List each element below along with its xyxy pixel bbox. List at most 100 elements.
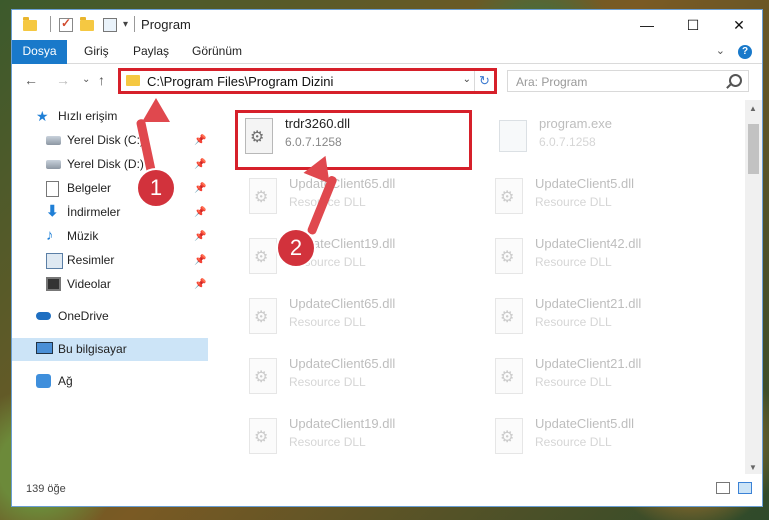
recent-locations-button[interactable]: ⌄: [82, 74, 90, 85]
file-description: Resource DLL: [289, 375, 366, 389]
details-view-button[interactable]: [716, 482, 730, 494]
sidebar-item-label: OneDrive: [58, 309, 109, 323]
sidebar-item-quick-access[interactable]: ★ Hızlı erişim: [12, 105, 208, 128]
pin-icon[interactable]: 📌: [194, 225, 206, 248]
sidebar-item-label: Yerel Disk (C:): [67, 133, 144, 147]
file-item[interactable]: UpdateClient5.dll Resource DLL: [485, 170, 725, 226]
sidebar-item-label: Bu bilgisayar: [58, 342, 127, 356]
file-name: UpdateClient19.dll: [289, 416, 396, 431]
address-highlight-box: [118, 68, 497, 94]
file-description: Resource DLL: [535, 195, 612, 209]
exe-file-icon: [495, 116, 529, 156]
large-icons-view-button[interactable]: [738, 482, 752, 494]
dll-file-icon: [491, 176, 525, 216]
properties-icon[interactable]: [101, 16, 117, 32]
file-name: UpdateClient65.dll: [289, 176, 396, 191]
sidebar-item-pictures[interactable]: Resimler 📌: [12, 249, 208, 272]
pin-icon[interactable]: 📌: [194, 153, 206, 176]
pin-icon[interactable]: 📌: [194, 201, 206, 224]
quick-access-toolbar: ▾ Program: [22, 16, 191, 32]
maximize-button[interactable]: ☐: [670, 10, 716, 40]
file-name: UpdateClient21.dll: [535, 296, 642, 311]
file-item[interactable]: UpdateClient65.dll Resource DLL: [239, 170, 479, 226]
file-item[interactable]: UpdateClient5.dll Resource DLL: [485, 410, 725, 466]
sidebar-item-this-pc[interactable]: Bu bilgisayar: [12, 338, 208, 361]
close-button[interactable]: ✕: [716, 10, 762, 40]
sidebar-item-network[interactable]: Ağ: [12, 370, 208, 393]
properties-check-icon[interactable]: [57, 16, 73, 32]
file-name: program.exe: [539, 116, 612, 131]
navigation-pane: ★ Hızlı erişim Yerel Disk (C:) 📌 Yerel D…: [12, 100, 208, 476]
dll-file-icon: [245, 416, 279, 456]
file-name: UpdateClient5.dll: [535, 176, 635, 191]
download-icon: ⬇: [46, 203, 59, 220]
sidebar-item-music[interactable]: ♪ Müzik 📌: [12, 225, 208, 248]
pin-icon[interactable]: 📌: [194, 129, 206, 152]
file-item[interactable]: UpdateClient42.dll Resource DLL: [485, 230, 725, 286]
dll-file-icon: [491, 236, 525, 276]
forward-button[interactable]: →: [56, 72, 70, 88]
file-name: UpdateClient5.dll: [535, 416, 635, 431]
status-bar: 139 öğe: [12, 474, 762, 506]
sidebar-item-disk-c[interactable]: Yerel Disk (C:) 📌: [12, 129, 208, 152]
star-icon: ★: [36, 108, 49, 124]
file-description: Resource DLL: [535, 255, 612, 269]
file-item[interactable]: program.exe 6.0.7.1258: [489, 110, 729, 166]
vertical-scrollbar[interactable]: ▲ ▼: [745, 100, 762, 476]
file-item[interactable]: UpdateClient21.dll Resource DLL: [485, 350, 725, 406]
file-item[interactable]: UpdateClient21.dll Resource DLL: [485, 290, 725, 346]
file-name: UpdateClient65.dll: [289, 356, 396, 371]
tab-view[interactable]: Görünüm: [182, 40, 252, 63]
file-description: Resource DLL: [535, 315, 612, 329]
sidebar-item-label: Yerel Disk (D:): [67, 157, 144, 171]
back-button[interactable]: ←: [24, 72, 38, 88]
step-badge-2: 2: [276, 228, 316, 268]
sidebar-item-videos[interactable]: Videolar 📌: [12, 273, 208, 296]
qa-dropdown-icon[interactable]: ▾: [123, 19, 128, 30]
ribbon-controls: ⌄ ?: [716, 44, 752, 59]
sidebar-item-disk-d[interactable]: Yerel Disk (D:) 📌: [12, 153, 208, 176]
file-description: Resource DLL: [289, 315, 366, 329]
pictures-icon: [46, 253, 63, 269]
network-icon: [36, 374, 51, 388]
dll-file-icon: [245, 176, 279, 216]
sidebar-item-label: Videolar: [67, 277, 111, 291]
pin-icon[interactable]: 📌: [194, 273, 206, 296]
minimize-button[interactable]: —: [624, 10, 670, 40]
pin-icon[interactable]: 📌: [194, 249, 206, 272]
sidebar-item-label: Ağ: [58, 374, 73, 388]
tab-home[interactable]: Giriş: [74, 40, 119, 63]
file-list: trdr3260.dll 6.0.7.1258 program.exe 6.0.…: [209, 100, 744, 476]
file-item[interactable]: UpdateClient19.dll Resource DLL: [239, 230, 479, 286]
search-input[interactable]: Ara: Program: [516, 75, 587, 89]
sidebar-item-downloads[interactable]: ⬇ İndirmeler 📌: [12, 201, 208, 224]
file-item[interactable]: UpdateClient65.dll Resource DLL: [239, 290, 479, 346]
new-folder-icon[interactable]: [79, 16, 95, 32]
file-item[interactable]: UpdateClient19.dll Resource DLL: [239, 410, 479, 466]
scroll-up-arrow-icon[interactable]: ▲: [749, 104, 757, 113]
search-icon[interactable]: [729, 74, 742, 87]
ribbon-expand-icon[interactable]: ⌄: [716, 45, 725, 57]
ribbon-tabs: Dosya Giriş Paylaş Görünüm ⌄ ?: [12, 40, 762, 96]
up-button[interactable]: ↑: [98, 72, 105, 88]
sidebar-item-label: Müzik: [67, 229, 99, 243]
divider: [134, 16, 136, 32]
file-item[interactable]: UpdateClient65.dll Resource DLL: [239, 350, 479, 406]
help-icon[interactable]: ?: [738, 45, 752, 59]
dll-file-icon: [245, 356, 279, 396]
file-description: Resource DLL: [535, 435, 612, 449]
window-title: Program: [141, 16, 191, 32]
scroll-down-arrow-icon[interactable]: ▼: [749, 463, 757, 472]
dll-file-icon: [491, 416, 525, 456]
sidebar-item-onedrive[interactable]: OneDrive: [12, 305, 208, 328]
file-description: Resource DLL: [535, 375, 612, 389]
search-box[interactable]: Ara: Program: [507, 70, 749, 92]
sidebar-item-label: Hızlı erişim: [58, 109, 118, 123]
pin-icon[interactable]: 📌: [194, 177, 206, 200]
tab-share[interactable]: Paylaş: [123, 40, 179, 63]
music-icon: ♪: [46, 227, 54, 244]
scrollbar-thumb[interactable]: [748, 124, 759, 174]
cloud-icon: [36, 312, 51, 320]
file-version: 6.0.7.1258: [539, 135, 596, 149]
sidebar-item-documents[interactable]: Belgeler 📌: [12, 177, 208, 200]
